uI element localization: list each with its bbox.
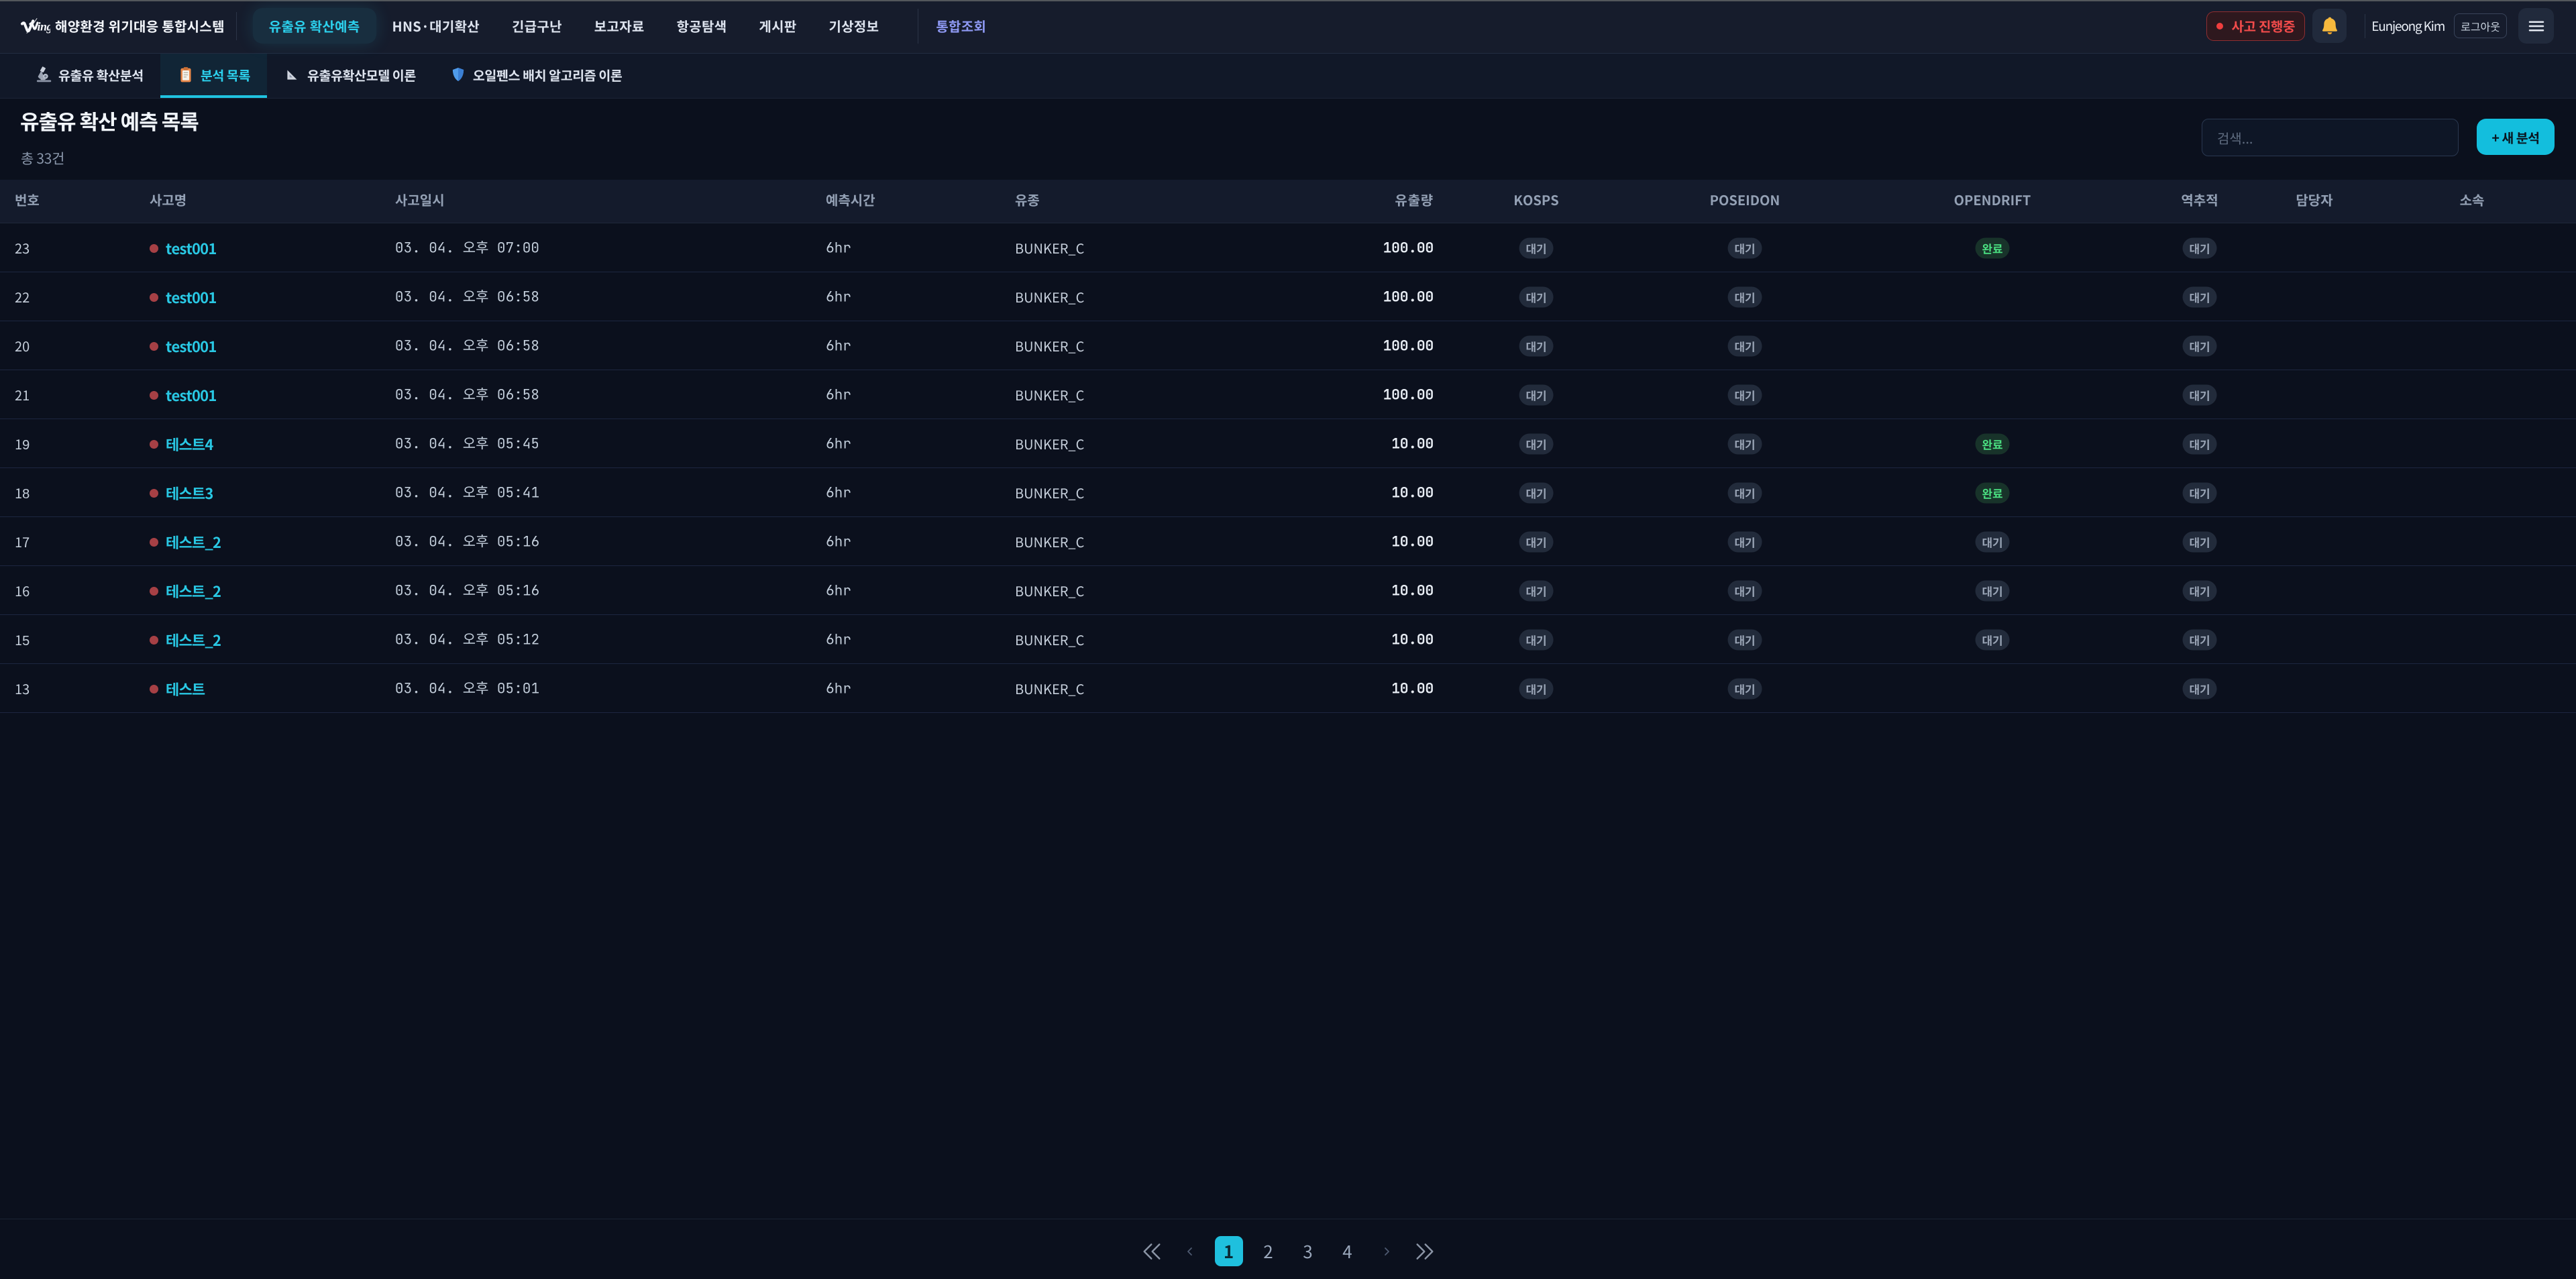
svg-text:ing: ing	[38, 19, 51, 33]
